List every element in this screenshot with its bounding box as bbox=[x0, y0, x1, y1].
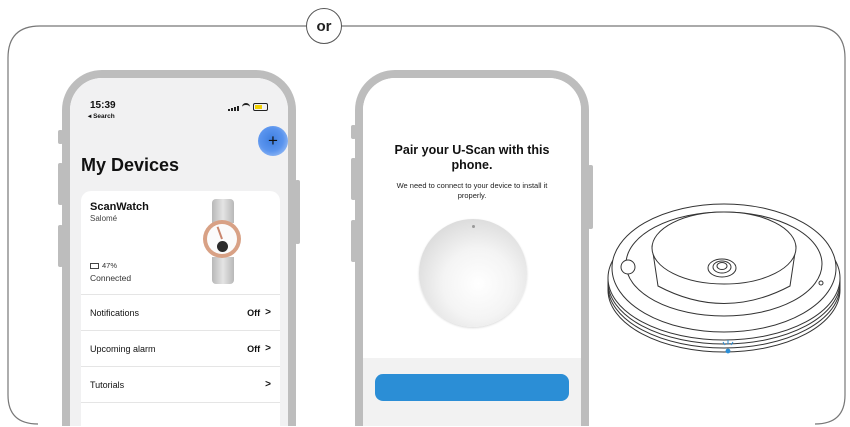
chevron-right-icon: > bbox=[265, 307, 271, 318]
battery-icon bbox=[253, 103, 268, 111]
pair-screen: Pair your U-Scan with this phone. We nee… bbox=[363, 78, 581, 426]
plus-icon: + bbox=[268, 131, 278, 150]
or-label: or bbox=[316, 17, 332, 35]
phone-my-devices: 15:39 ◂ Search + My Devices ScanWatch Sa… bbox=[62, 70, 296, 426]
watch-subdial bbox=[217, 241, 228, 252]
row-value: Off > bbox=[247, 343, 271, 354]
row-label: Upcoming alarm bbox=[90, 343, 156, 354]
add-device-button[interactable]: + bbox=[258, 126, 288, 156]
u-scan-device-image bbox=[419, 219, 527, 327]
device-card[interactable]: ScanWatch Salomé 47% Connected Notificat… bbox=[81, 191, 280, 426]
row-value: Off > bbox=[247, 307, 271, 318]
pair-subtitle: We need to connect to your device to ins… bbox=[396, 181, 548, 200]
battery-level: 47% bbox=[102, 261, 118, 270]
device-owner: Salomé bbox=[90, 214, 118, 223]
row-value-text: Off bbox=[247, 343, 261, 354]
device-dot bbox=[472, 225, 475, 228]
page-title: My Devices bbox=[81, 155, 180, 175]
my-devices-screen: 15:39 ◂ Search + My Devices ScanWatch Sa… bbox=[70, 78, 288, 426]
chevron-right-icon: > bbox=[265, 379, 271, 390]
pair-continue-button[interactable] bbox=[375, 374, 569, 401]
status-back-link[interactable]: ◂ Search bbox=[88, 112, 115, 120]
row-value-text: Off bbox=[247, 307, 261, 318]
device-connection-status: Connected bbox=[90, 273, 132, 283]
pair-title: Pair your U-Scan with this phone. bbox=[394, 143, 550, 172]
phone-pair-u-scan: Pair your U-Scan with this phone. We nee… bbox=[355, 70, 589, 426]
row-label: Notifications bbox=[90, 307, 140, 318]
status-icons bbox=[228, 103, 268, 111]
chevron-right-icon: > bbox=[265, 343, 271, 354]
row-tutorials[interactable]: Tutorials > bbox=[81, 366, 280, 402]
row-value: > bbox=[260, 379, 271, 390]
status-time: 15:39 bbox=[90, 100, 116, 111]
signal-icon bbox=[228, 106, 239, 111]
battery-icon bbox=[90, 262, 99, 269]
watch-strap bbox=[212, 257, 234, 284]
row-notifications[interactable]: Notifications Off > bbox=[81, 294, 280, 330]
row-label: Tutorials bbox=[90, 379, 125, 390]
device-name: ScanWatch bbox=[90, 201, 149, 213]
blue-led-icon bbox=[725, 348, 731, 354]
watch-image bbox=[201, 199, 245, 284]
row-upcoming-alarm[interactable]: Upcoming alarm Off > bbox=[81, 330, 280, 366]
row-next[interactable] bbox=[81, 402, 280, 426]
device-battery: 47% bbox=[90, 261, 117, 270]
or-separator: or bbox=[306, 8, 342, 44]
u-scan-device-illustration bbox=[607, 203, 841, 354]
wifi-icon bbox=[242, 103, 250, 111]
